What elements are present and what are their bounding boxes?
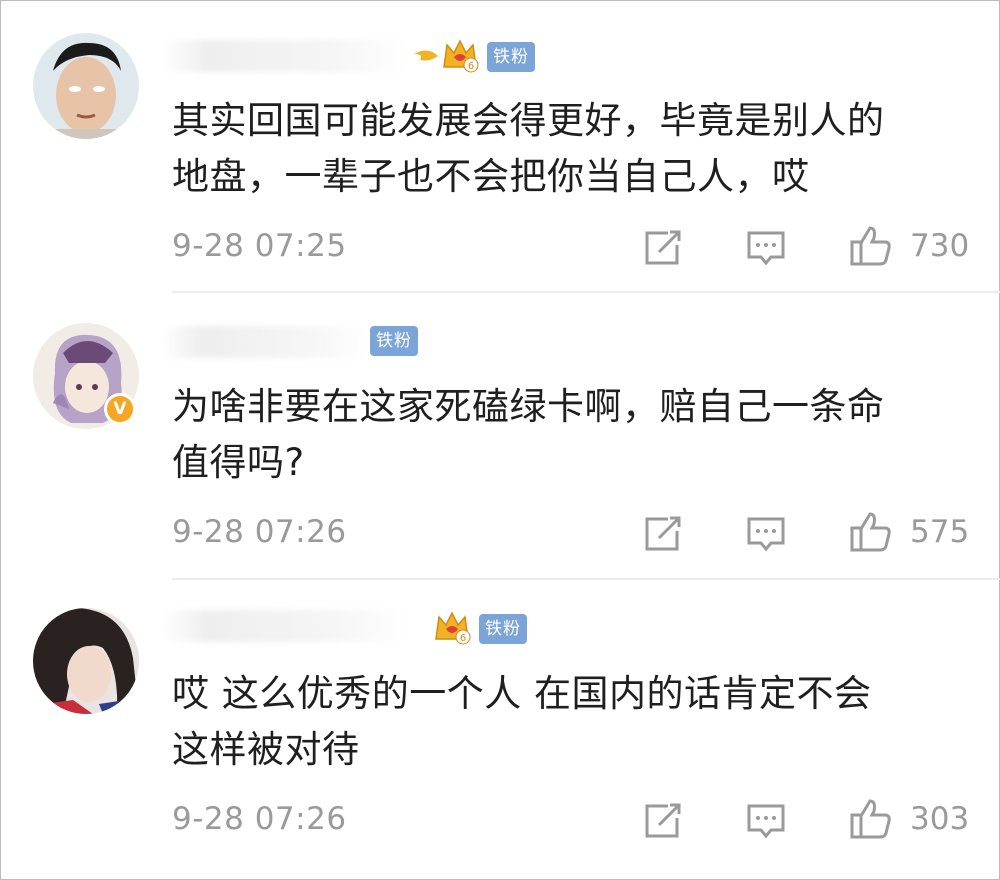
like-icon[interactable] [848, 222, 894, 268]
username-redacted[interactable] [160, 326, 370, 358]
comment-item: 6 铁粉 其实回国可能发展会得更好，毕竟是别人的 地盘，一辈子也不会把你当自己人… [0, 0, 1000, 293]
fan-level-text: 6 [460, 633, 466, 644]
comment-text-line: 地盘，一辈子也不会把你当自己人，哎 [172, 155, 810, 198]
fan-badge: 铁粉 [370, 326, 418, 356]
comment-text: 为啥非要在这家死磕绿卡啊，赔自己一条命 值得吗? [172, 379, 972, 491]
comment-item: 6 铁粉 哎 这么优秀的一个人 在国内的话肯定不会 这样被对待 9-28 07:… [0, 580, 1000, 880]
like-count: 575 [910, 514, 970, 550]
avatar[interactable] [33, 608, 139, 714]
comment-icon[interactable] [743, 798, 789, 844]
fan-badge: 铁粉 [479, 614, 527, 644]
share-icon[interactable] [640, 511, 686, 557]
crown-icon: 6 [432, 607, 472, 647]
like-icon[interactable] [848, 508, 894, 554]
comment-icon[interactable] [743, 511, 789, 557]
comment-text-line: 为啥非要在这家死磕绿卡啊，赔自己一条命 [172, 385, 885, 428]
comment-text-line: 其实回国可能发展会得更好，毕竟是别人的 [172, 99, 885, 142]
comment-icon[interactable] [743, 225, 789, 271]
comment-text-line: 这样被对待 [172, 728, 360, 771]
share-icon[interactable] [640, 798, 686, 844]
crown-icon: 6 [440, 35, 480, 75]
username-redacted[interactable] [160, 40, 410, 72]
fan-badge: 铁粉 [487, 42, 535, 72]
verified-badge: V [104, 393, 136, 425]
comment-time: 9-28 07:26 [172, 514, 347, 550]
like-count: 303 [910, 801, 970, 837]
comment-text-line: 哎 这么优秀的一个人 在国内的话肯定不会 [172, 672, 872, 715]
fan-level-text: 6 [468, 61, 474, 72]
comment-time: 9-28 07:26 [172, 801, 347, 837]
avatar[interactable] [33, 33, 139, 139]
comment-text-line: 值得吗? [172, 441, 305, 484]
comment-text: 哎 这么优秀的一个人 在国内的话肯定不会 这样被对待 [172, 666, 972, 778]
wing-icon [410, 42, 440, 68]
username-redacted[interactable] [160, 610, 410, 642]
like-count: 730 [910, 228, 970, 264]
comment-text: 其实回国可能发展会得更好，毕竟是别人的 地盘，一辈子也不会把你当自己人，哎 [172, 93, 972, 205]
comment-time: 9-28 07:25 [172, 228, 347, 264]
share-icon[interactable] [640, 225, 686, 271]
comment-item: V 铁粉 为啥非要在这家死磕绿卡啊，赔自己一条命 值得吗? 9-28 07:26… [0, 293, 1000, 580]
like-icon[interactable] [848, 795, 894, 841]
